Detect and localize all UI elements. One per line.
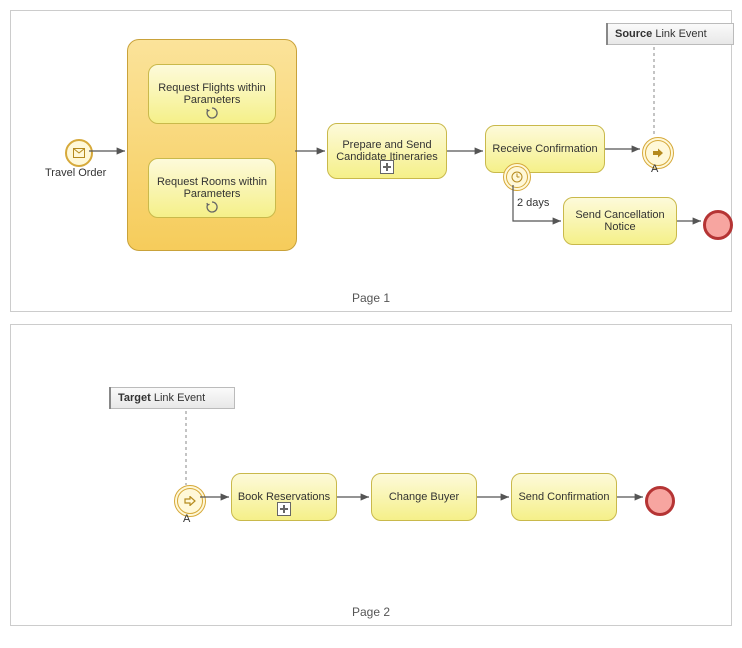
end-event-page2[interactable] xyxy=(645,486,675,516)
end-event-page1[interactable] xyxy=(703,210,733,240)
subprocess-marker-icon xyxy=(380,160,394,174)
annotation-rest: Link Event xyxy=(151,392,205,404)
link-catch-label: A xyxy=(183,513,190,525)
task-label: Request Flights within Parameters xyxy=(153,82,271,106)
task-label: Receive Confirmation xyxy=(492,143,597,155)
task-book-reservations[interactable]: Book Reservations xyxy=(231,473,337,521)
task-label: Request Rooms within Parameters xyxy=(153,176,271,200)
boundary-timer-event[interactable] xyxy=(503,163,531,191)
task-send-confirmation[interactable]: Send Confirmation xyxy=(511,473,617,521)
page-1-canvas: Source Link Event Travel Order Request F… xyxy=(10,10,732,312)
start-event-label: Travel Order xyxy=(45,167,106,179)
subprocess-container[interactable]: Request Flights within Parameters Reques… xyxy=(127,39,297,251)
annotation-source-link: Source Link Event xyxy=(606,23,734,45)
annotation-rest: Link Event xyxy=(652,28,706,40)
start-event-travel-order[interactable] xyxy=(65,139,93,167)
page-2-canvas: Target Link Event A Book Reservations Ch… xyxy=(10,324,732,626)
task-label: Send Cancellation Notice xyxy=(568,209,672,233)
task-label: Send Confirmation xyxy=(518,491,609,503)
page-label: Page 2 xyxy=(352,605,390,619)
task-request-flights[interactable]: Request Flights within Parameters xyxy=(148,64,276,124)
annotation-target-link: Target Link Event xyxy=(109,387,235,409)
timer-label: 2 days xyxy=(517,197,549,209)
subprocess-marker-icon xyxy=(277,502,291,516)
loop-icon xyxy=(206,201,218,213)
task-change-buyer[interactable]: Change Buyer xyxy=(371,473,477,521)
loop-icon xyxy=(206,107,218,119)
task-request-rooms[interactable]: Request Rooms within Parameters xyxy=(148,158,276,218)
task-send-cancellation[interactable]: Send Cancellation Notice xyxy=(563,197,677,245)
annotation-bold: Source xyxy=(615,28,652,40)
page-label: Page 1 xyxy=(352,291,390,305)
task-label: Change Buyer xyxy=(389,491,459,503)
task-prepare-itineraries[interactable]: Prepare and Send Candidate Itineraries xyxy=(327,123,447,179)
task-receive-confirmation[interactable]: Receive Confirmation xyxy=(485,125,605,173)
annotation-bold: Target xyxy=(118,392,151,404)
link-throw-label: A xyxy=(651,163,658,175)
